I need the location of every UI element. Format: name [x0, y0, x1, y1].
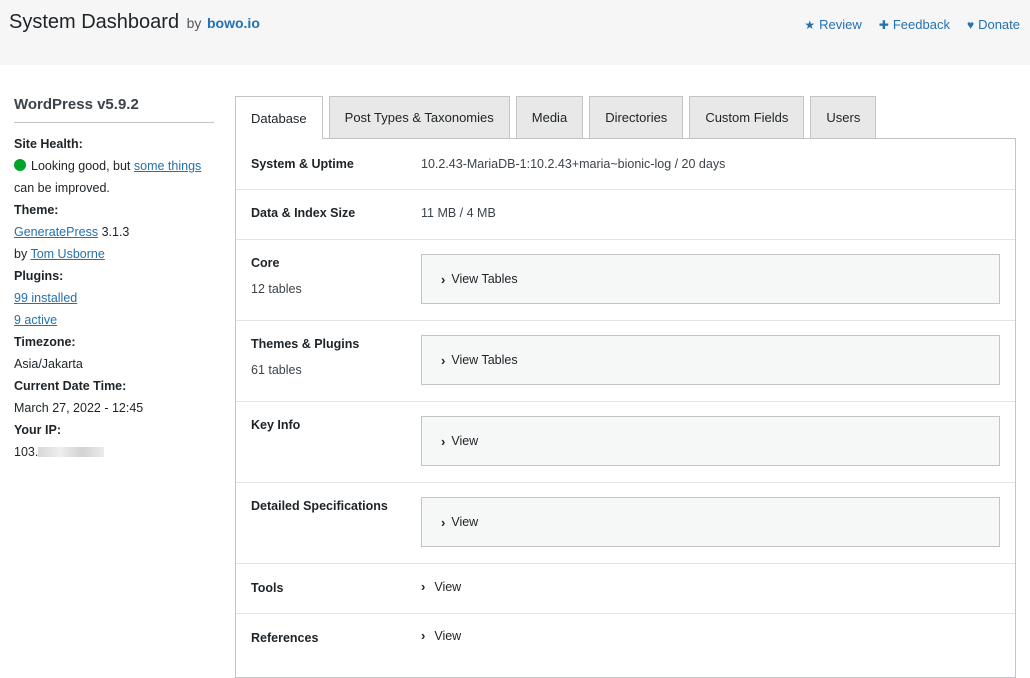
theme-info: GeneratePress 3.1.3 — [14, 221, 214, 243]
plugins-active-link[interactable]: 9 active — [14, 313, 57, 327]
site-health-label: Site Health: — [14, 137, 83, 151]
detailed-specs-toggle-label: View — [451, 515, 479, 529]
themes-plugins-view-tables-toggle[interactable]: › View Tables — [421, 335, 1000, 385]
tab-post-types-taxonomies[interactable]: Post Types & Taxonomies — [328, 96, 510, 138]
detailed-specs-view-toggle[interactable]: › View — [421, 497, 1000, 547]
key-info-view-toggle[interactable]: › View — [421, 416, 1000, 466]
chevron-right-icon: › — [421, 628, 426, 643]
tools-toggle-label: View — [434, 579, 462, 594]
ip-line: 103. — [14, 441, 214, 463]
detailed-specs-row: Detailed Specifications › View — [236, 483, 1015, 564]
theme-author-line: by Tom Usborne — [14, 243, 214, 265]
site-health-text-2: can be improved. — [14, 181, 110, 195]
tools-label: Tools — [251, 581, 284, 595]
brand-link[interactable]: bowo.io — [207, 15, 260, 31]
status-dot-icon — [14, 159, 26, 171]
site-health-status: Looking good, but some things — [14, 155, 214, 177]
ip-label: Your IP: — [14, 423, 61, 437]
plugins-label: Plugins: — [14, 269, 64, 283]
ip-value: 103. — [14, 445, 39, 459]
donate-label: Donate — [978, 17, 1020, 32]
references-label: References — [251, 631, 319, 645]
feedback-link[interactable]: ✚ Feedback — [879, 17, 950, 32]
theme-by: by — [14, 247, 28, 261]
timezone-label: Timezone: — [14, 335, 76, 349]
chevron-right-icon: › — [441, 352, 446, 368]
by-text: by — [186, 15, 202, 31]
plugins-installed-link[interactable]: 99 installed — [14, 291, 77, 305]
data-index-value: 11 MB / 4 MB — [421, 206, 496, 220]
theme-link[interactable]: GeneratePress — [14, 225, 98, 239]
database-panel: System & Uptime 10.2.43-MariaDB-1:10.2.4… — [235, 138, 1016, 678]
site-health-link[interactable]: some things — [134, 159, 201, 173]
datetime-label: Current Date Time: — [14, 379, 127, 393]
chevron-right-icon: › — [441, 271, 446, 287]
app-title: System Dashboard by bowo.io — [9, 11, 260, 34]
datetime-value: March 27, 2022 - 12:45 — [14, 401, 144, 415]
page-header: System Dashboard by bowo.io ★ Review ✚ F… — [0, 0, 1030, 65]
references-row: References › View — [236, 614, 1015, 663]
core-count: 12 tables — [251, 282, 302, 296]
key-info-row: Key Info › View — [236, 402, 1015, 483]
chevron-right-icon: › — [441, 514, 446, 530]
tab-database[interactable]: Database — [235, 96, 323, 139]
core-view-tables-toggle[interactable]: › View Tables — [421, 254, 1000, 304]
site-health-text: Looking good, but — [31, 159, 131, 173]
theme-version: 3.1.3 — [101, 225, 130, 239]
heart-icon: ♥ — [966, 17, 975, 32]
wp-version: WordPress v5.9.2 — [14, 96, 214, 123]
data-index-row: Data & Index Size 11 MB / 4 MB — [236, 189, 1015, 240]
chevron-right-icon: › — [441, 433, 446, 449]
tools-row: Tools › View — [236, 564, 1015, 614]
theme-author-link[interactable]: Tom Usborne — [30, 247, 104, 261]
core-toggle-label: View Tables — [451, 272, 518, 286]
themes-plugins-count: 61 tables — [251, 363, 302, 377]
page-title: System Dashboard — [9, 11, 180, 33]
timezone-value: Asia/Jakarta — [14, 357, 83, 371]
feedback-label: Feedback — [892, 17, 950, 32]
key-info-toggle-label: View — [451, 434, 479, 448]
system-uptime-value: 10.2.43-MariaDB-1:10.2.43+maria~bionic-l… — [421, 157, 726, 171]
sidebar: WordPress v5.9.2 Site Health: Looking go… — [14, 96, 214, 463]
references-toggle-label: View — [434, 628, 462, 643]
review-label: Review — [819, 17, 862, 32]
core-row: Core 12 tables › View Tables — [236, 240, 1015, 321]
detailed-specs-label: Detailed Specifications — [251, 499, 388, 513]
core-label: Core — [251, 256, 280, 270]
tab-directories[interactable]: Directories — [589, 96, 684, 138]
tab-users[interactable]: Users — [810, 96, 877, 138]
review-link[interactable]: ★ Review — [804, 17, 861, 32]
star-icon: ★ — [804, 17, 816, 32]
tab-custom-fields[interactable]: Custom Fields — [689, 96, 805, 138]
references-view-toggle[interactable]: › View — [421, 628, 461, 643]
plus-icon: ✚ — [878, 17, 889, 32]
system-uptime-label: System & Uptime — [251, 157, 354, 171]
data-index-label: Data & Index Size — [251, 206, 356, 220]
tools-view-toggle[interactable]: › View — [421, 579, 461, 594]
header-links: ★ Review ✚ Feedback ♥ Donate — [804, 17, 1020, 32]
tab-bar: Database Post Types & Taxonomies Media D… — [235, 96, 877, 139]
theme-label: Theme: — [14, 203, 59, 217]
tab-media[interactable]: Media — [515, 96, 584, 138]
themes-plugins-row: Themes & Plugins 61 tables › View Tables — [236, 321, 1015, 402]
themes-plugins-label: Themes & Plugins — [251, 337, 360, 351]
ip-redacted-mask — [38, 447, 105, 457]
system-uptime-row: System & Uptime 10.2.43-MariaDB-1:10.2.4… — [236, 139, 1015, 190]
chevron-right-icon: › — [421, 579, 426, 594]
key-info-label: Key Info — [251, 418, 301, 432]
themes-plugins-toggle-label: View Tables — [451, 353, 518, 367]
donate-link[interactable]: ♥ Donate — [967, 17, 1020, 32]
